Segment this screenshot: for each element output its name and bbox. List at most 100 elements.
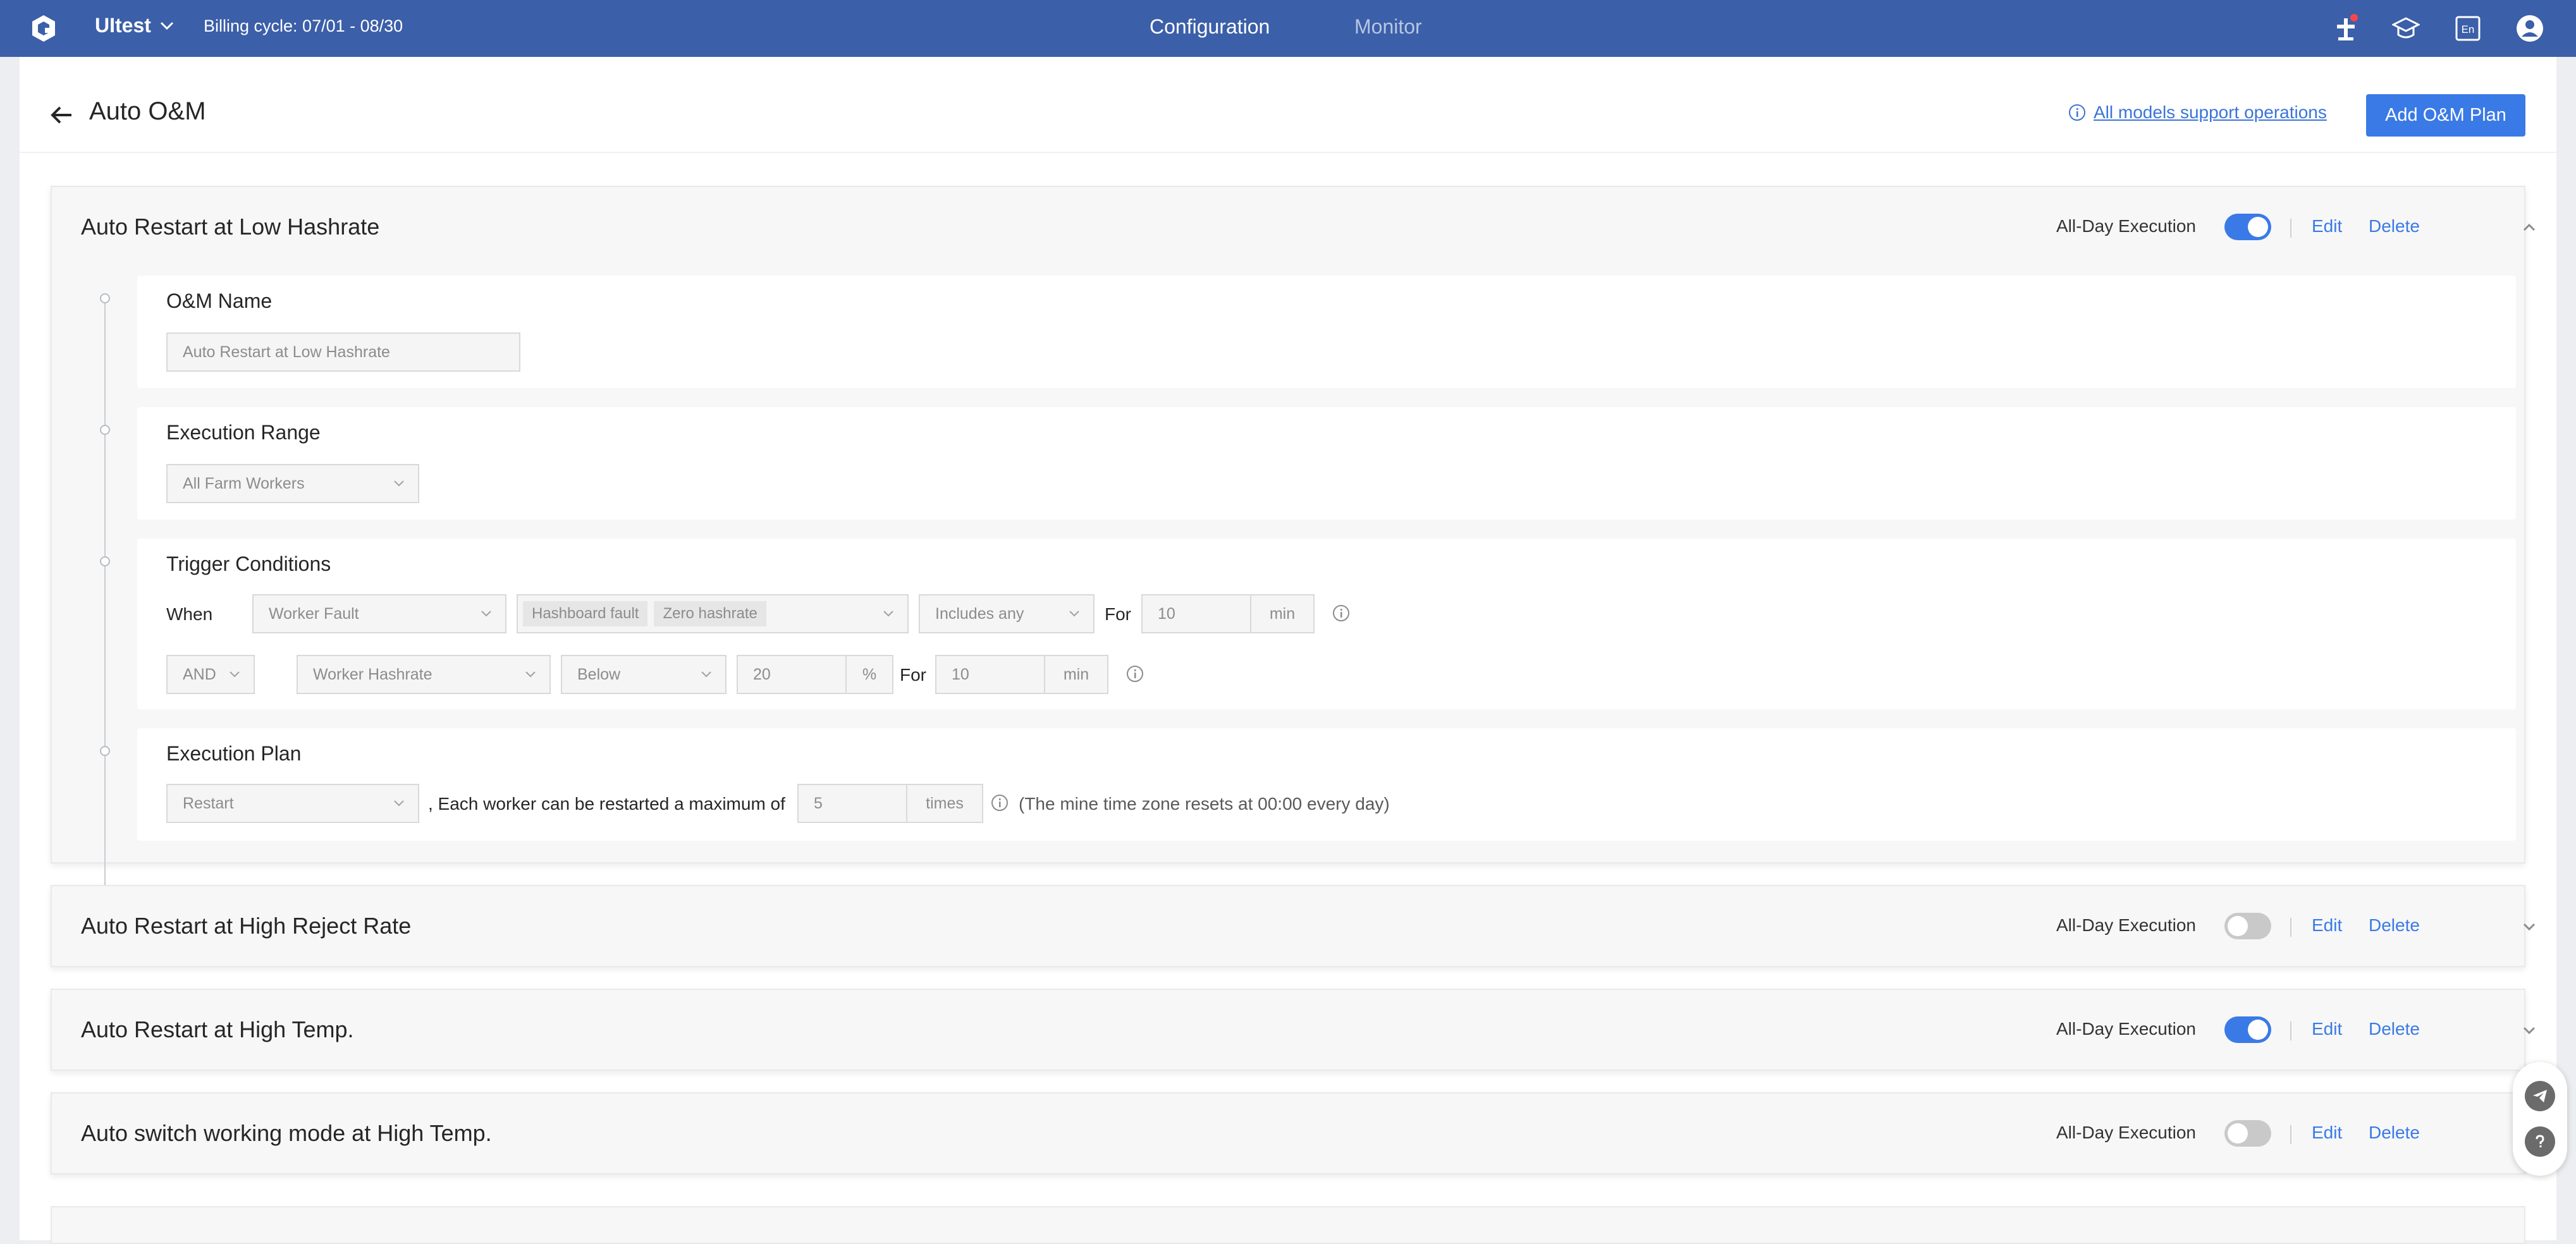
trigger-metric-value: Worker Fault	[269, 604, 359, 623]
max-restart-unit: times	[906, 784, 983, 823]
section-execution-plan: Execution Plan Restart , Each worker can…	[137, 728, 2516, 841]
account-icon[interactable]	[2514, 13, 2546, 44]
timeline-dot	[100, 556, 110, 566]
chevron-down-icon	[160, 21, 173, 30]
chevron-down-icon[interactable]	[2520, 1023, 2538, 1038]
section-title: Trigger Conditions	[166, 552, 331, 575]
fault-type-multiselect[interactable]: Hashboard fault Zero hashrate	[517, 594, 909, 633]
trigger-metric-2-select[interactable]: Worker Hashrate	[297, 655, 551, 694]
chevron-down-icon	[230, 671, 240, 678]
om-name-input[interactable]: Auto Restart at Low Hashrate	[166, 332, 520, 372]
farm-switcher[interactable]: UItest	[95, 14, 174, 37]
edit-button[interactable]: Edit	[2312, 915, 2342, 936]
when-label: When	[166, 604, 213, 624]
chevron-up-icon[interactable]	[2520, 220, 2538, 235]
all-day-toggle[interactable]	[2224, 913, 2271, 939]
action-value: Restart	[183, 794, 234, 812]
plan-header[interactable]: Auto Restart at Low Hashrate All-Day Exe…	[52, 187, 2536, 268]
comparison-select[interactable]: Below	[561, 655, 727, 694]
edit-button[interactable]: Edit	[2312, 1123, 2342, 1143]
supported-models-link[interactable]: All models support operations	[2068, 102, 2327, 123]
plan-card-high-reject-rate: Auto Restart at High Reject Rate All-Day…	[51, 885, 2536, 967]
info-icon[interactable]	[1332, 604, 1350, 622]
section-title: Execution Plan	[166, 742, 302, 765]
edit-button[interactable]: Edit	[2312, 1019, 2342, 1039]
info-icon[interactable]	[991, 794, 1009, 812]
threshold-unit: %	[845, 655, 893, 694]
delete-button[interactable]: Delete	[2369, 216, 2420, 236]
all-day-label: All-Day Execution	[2056, 216, 2196, 236]
max-restart-input[interactable]: 5	[797, 784, 907, 823]
delete-button[interactable]: Delete	[2369, 915, 2420, 936]
tab-monitor[interactable]: Monitor	[1354, 15, 1422, 39]
fault-tag[interactable]: Zero hashrate	[654, 601, 766, 626]
all-day-toggle[interactable]	[2224, 1120, 2271, 1147]
svg-text:En: En	[2462, 23, 2475, 35]
language-en-icon[interactable]: En	[2452, 13, 2484, 44]
duration-2-input[interactable]: 10	[935, 655, 1045, 694]
user-add-icon[interactable]	[2330, 13, 2362, 44]
chevron-down-icon	[525, 671, 536, 678]
section-om-name: O&M Name Auto Restart at Low Hashrate	[137, 276, 2516, 388]
execution-range-select[interactable]: All Farm Workers	[166, 464, 419, 503]
chevron-down-icon	[481, 611, 491, 617]
academy-cap-icon[interactable]	[2390, 13, 2422, 44]
all-day-label: All-Day Execution	[2056, 915, 2196, 935]
farm-name: UItest	[95, 14, 151, 37]
notification-dot	[2350, 14, 2358, 21]
timeline-dot	[100, 293, 110, 303]
app-logo-icon[interactable]	[28, 13, 59, 44]
threshold-input[interactable]: 20	[737, 655, 847, 694]
tab-configuration[interactable]: Configuration	[1150, 15, 1270, 39]
all-day-toggle[interactable]	[2224, 214, 2271, 240]
delete-button[interactable]: Delete	[2369, 1123, 2420, 1143]
reset-note: (The mine time zone resets at 00:00 ever…	[1019, 794, 1390, 814]
all-day-label: All-Day Execution	[2056, 1019, 2196, 1039]
divider	[2290, 1021, 2291, 1040]
delete-button[interactable]: Delete	[2369, 1019, 2420, 1039]
duration-input[interactable]: 10	[1141, 594, 1251, 633]
page-container: Auto O&M All models support operations A…	[20, 57, 2556, 1244]
plan-card-switch-mode: Auto switch working mode at High Temp. A…	[51, 1092, 2536, 1174]
divider	[2290, 1125, 2291, 1144]
back-arrow-icon[interactable]	[47, 101, 75, 129]
operator-value: Includes any	[935, 604, 1024, 623]
chevron-down-icon	[883, 611, 893, 617]
add-plan-button[interactable]: Add O&M Plan	[2366, 94, 2525, 137]
timeline-dot	[100, 425, 110, 435]
comparison-value: Below	[577, 665, 621, 683]
chevron-down-icon[interactable]	[2520, 919, 2538, 934]
logic-select[interactable]: AND	[166, 655, 255, 694]
plan-header[interactable]: Auto Restart at High Temp. All-Day Execu…	[52, 990, 2536, 1071]
supported-models-label: All models support operations	[2094, 102, 2327, 122]
plan-title: Auto Restart at High Temp.	[81, 1016, 354, 1042]
section-title: Execution Range	[166, 421, 321, 444]
help-icon[interactable]	[2525, 1126, 2555, 1157]
telegram-icon[interactable]	[2525, 1081, 2555, 1111]
page-header: Auto O&M All models support operations A…	[20, 57, 2556, 153]
info-icon[interactable]	[1126, 665, 1144, 683]
action-select[interactable]: Restart	[166, 784, 419, 823]
logic-value: AND	[183, 665, 216, 683]
divider	[2290, 219, 2291, 238]
all-day-toggle[interactable]	[2224, 1016, 2271, 1043]
duration-unit: min	[1250, 594, 1315, 633]
trigger-metric-select[interactable]: Worker Fault	[252, 594, 506, 633]
floating-toolbar	[2513, 1062, 2567, 1176]
chevron-down-icon	[1069, 611, 1079, 617]
plan-header[interactable]: Auto Restart at High Reject Rate All-Day…	[52, 886, 2536, 967]
plan-card-high-temp: Auto Restart at High Temp. All-Day Execu…	[51, 989, 2536, 1071]
plan-header[interactable]: Auto switch working mode at High Temp. A…	[52, 1094, 2536, 1174]
chevron-down-icon	[701, 671, 711, 678]
for-label: For	[900, 665, 926, 685]
edit-button[interactable]: Edit	[2312, 216, 2342, 236]
duration-2-unit: min	[1044, 655, 1108, 694]
plan-title: Auto Restart at Low Hashrate	[81, 214, 380, 240]
section-title: O&M Name	[166, 290, 273, 312]
page-title: Auto O&M	[89, 97, 206, 125]
plan-card-low-hashrate: Auto Restart at Low Hashrate All-Day Exe…	[51, 186, 2536, 933]
plan-title: Auto Restart at High Reject Rate	[81, 913, 412, 939]
fault-tag[interactable]: Hashboard fault	[523, 601, 648, 626]
section-trigger-conditions: Trigger Conditions When Worker Fault Has…	[137, 539, 2516, 709]
operator-select[interactable]: Includes any	[919, 594, 1095, 633]
